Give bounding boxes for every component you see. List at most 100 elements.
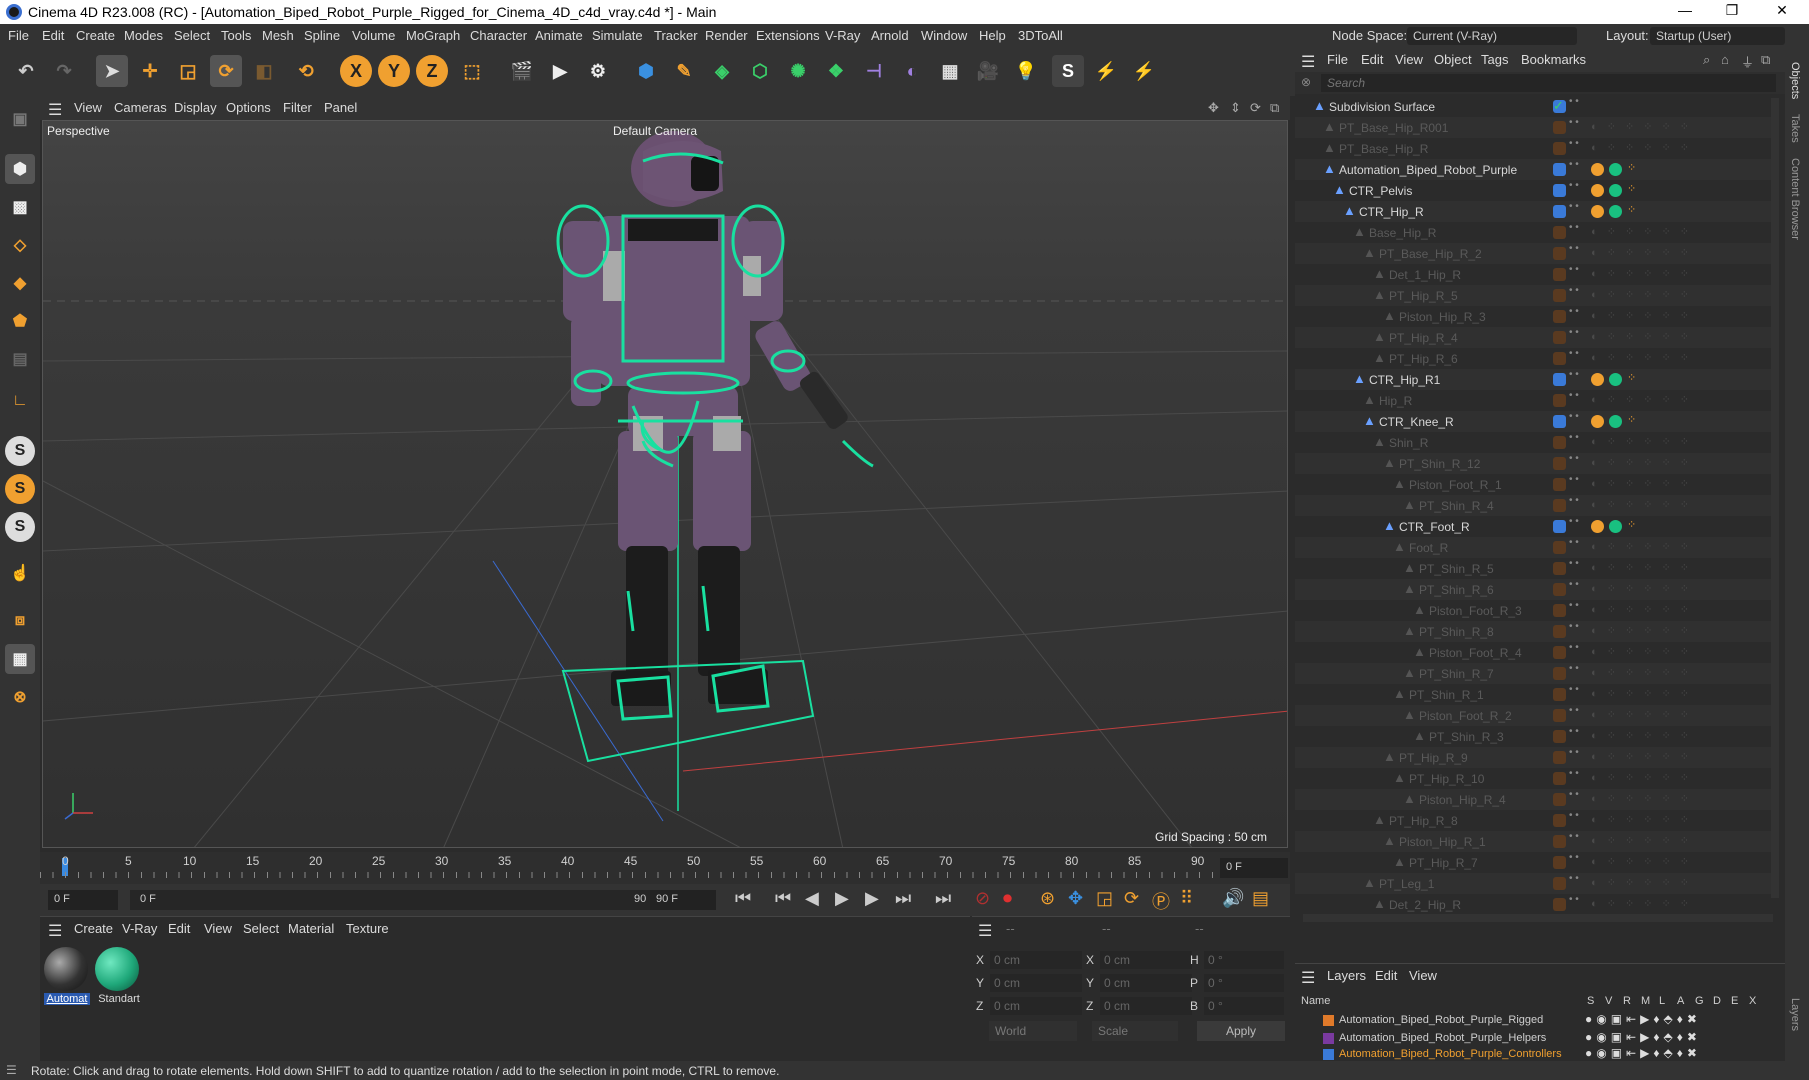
visibility-dots-icon[interactable]: • • <box>1569 685 1579 695</box>
axis-mode-icon[interactable]: ∟ <box>5 386 35 416</box>
tag-icons[interactable]: ◐ ⁘ ⁘ ⁘ ⁘ ⁘ <box>1591 834 1692 847</box>
object-row[interactable]: ▲ PT_Shin_R_7 • • ◐ ⁘ ⁘ ⁘ ⁘ ⁘ <box>1295 663 1775 684</box>
coords-hamburger-icon[interactable]: ☰ <box>978 921 992 941</box>
layer-swatch[interactable] <box>1553 520 1566 533</box>
layer-swatch[interactable] <box>1553 751 1566 764</box>
key-pla-icon[interactable]: ⠿ <box>1180 888 1193 909</box>
object-row[interactable]: ▲ PT_Shin_R_6 • • ◐ ⁘ ⁘ ⁘ ⁘ ⁘ <box>1295 579 1775 600</box>
visibility-dots-icon[interactable]: • • <box>1569 559 1579 569</box>
size-z-field[interactable]: 0 cm <box>1100 997 1192 1015</box>
tag-icons[interactable]: ◐ ⁘ ⁘ ⁘ ⁘ ⁘ <box>1591 330 1692 343</box>
material-tag-icon[interactable] <box>1609 373 1622 386</box>
visibility-dots-icon[interactable]: • • <box>1569 181 1579 191</box>
layer-menu-edit[interactable]: Edit <box>1375 968 1397 983</box>
undo-icon[interactable]: ↶ <box>10 55 42 87</box>
make-editable-icon[interactable]: ▣ <box>5 104 35 134</box>
scale-tool-icon[interactable]: ◲ <box>172 55 204 87</box>
visibility-dots-icon[interactable]: • • <box>1569 475 1579 485</box>
mograph-cloner-icon[interactable]: ✺ <box>782 55 814 87</box>
light-icon[interactable]: 💡 <box>1010 55 1042 87</box>
tag-icons[interactable]: ◐ ⁘ ⁘ ⁘ ⁘ ⁘ <box>1591 876 1692 889</box>
constraint-tag-icon[interactable] <box>1591 163 1604 176</box>
object-row[interactable]: ▲ Piston_Foot_R_1 • • ◐ ⁘ ⁘ ⁘ ⁘ ⁘ <box>1295 474 1775 495</box>
go-to-end-icon[interactable]: ⏭ <box>935 888 951 909</box>
mat-menu-view[interactable]: View <box>204 921 232 936</box>
frame-range-slider[interactable]: 0 F 90 F <box>130 890 670 910</box>
solo-icon[interactable]: ⊗ <box>5 682 35 712</box>
position-z-field[interactable]: 0 cm <box>990 997 1082 1015</box>
previous-frame-icon[interactable]: ◀ <box>805 888 819 909</box>
layer-swatch[interactable] <box>1553 184 1566 197</box>
previous-key-icon[interactable]: ⏮ <box>775 888 791 909</box>
tag-icons[interactable]: ◐ ⁘ ⁘ ⁘ ⁘ ⁘ <box>1591 288 1692 301</box>
tab-takes[interactable]: Takes <box>1789 114 1801 143</box>
visibility-dots-icon[interactable]: • • <box>1569 853 1579 863</box>
object-row[interactable]: ▲ Piston_Hip_R_4 • • ◐ ⁘ ⁘ ⁘ ⁘ ⁘ <box>1295 789 1775 810</box>
visibility-dots-icon[interactable]: • • <box>1569 454 1579 464</box>
object-row[interactable]: ▲ PT_Hip_R_9 • • ◐ ⁘ ⁘ ⁘ ⁘ ⁘ <box>1295 747 1775 768</box>
material-tag-icon[interactable] <box>1609 184 1622 197</box>
object-row[interactable]: ▲ Hip_R • • ◐ ⁘ ⁘ ⁘ ⁘ ⁘ <box>1295 390 1775 411</box>
menu-extensions[interactable]: Extensions <box>756 28 820 43</box>
object-row[interactable]: ▲ PT_Hip_R_6 • • ◐ ⁘ ⁘ ⁘ ⁘ ⁘ <box>1295 348 1775 369</box>
constraint-tag-icon[interactable] <box>1591 415 1604 428</box>
material-tag-icon[interactable] <box>1609 415 1622 428</box>
enabled-check-icon[interactable]: ✓ <box>1553 98 1564 114</box>
material-swatch-automat[interactable]: Automat <box>44 947 90 1017</box>
object-row[interactable]: ▲ PT_Hip_R_7 • • ◐ ⁘ ⁘ ⁘ ⁘ ⁘ <box>1295 852 1775 873</box>
objmgr-hamburger-icon[interactable]: ☰ <box>1301 52 1315 72</box>
rotation-b-field[interactable]: 0 ° <box>1204 997 1284 1015</box>
layer-swatch[interactable] <box>1553 289 1566 302</box>
tag-icons[interactable]: ◐ ⁘ ⁘ ⁘ ⁘ ⁘ <box>1591 435 1692 448</box>
scale-select[interactable]: Scale <box>1092 1021 1178 1041</box>
viewport-menu-cameras[interactable]: Cameras <box>114 100 167 115</box>
object-row[interactable]: ▲ Piston_Foot_R_2 • • ◐ ⁘ ⁘ ⁘ ⁘ ⁘ <box>1295 705 1775 726</box>
autokey-icon[interactable]: ⏺ <box>1003 888 1012 909</box>
visibility-dots-icon[interactable]: • • <box>1569 349 1579 359</box>
y-axis-icon[interactable]: Y <box>378 55 410 87</box>
object-row[interactable]: ▲ Shin_R • • ◐ ⁘ ⁘ ⁘ ⁘ ⁘ <box>1295 432 1775 453</box>
tag-icons[interactable]: ◐ ⁘ ⁘ ⁘ ⁘ ⁘ <box>1591 771 1692 784</box>
mat-menu-create[interactable]: Create <box>74 921 113 936</box>
object-row[interactable]: ▲ CTR_Hip_R • • ⁘ <box>1295 201 1775 222</box>
new-window-icon[interactable]: ⧉ <box>1761 52 1770 68</box>
layer-toggle-icons[interactable]: ●◉▣⇤▶♦⬘♦✖ <box>1585 1030 1701 1044</box>
menu-animate[interactable]: Animate <box>535 28 583 43</box>
object-row[interactable]: ▲ CTR_Knee_R • • ⁘ <box>1295 411 1775 432</box>
layer-row[interactable]: Automation_Biped_Robot_Purple_Controller… <box>1295 1046 1785 1062</box>
object-row[interactable]: ▲ PT_Shin_R_8 • • ◐ ⁘ ⁘ ⁘ ⁘ ⁘ <box>1295 621 1775 642</box>
obj-menu-tags[interactable]: Tags <box>1481 52 1508 67</box>
pen-spline-icon[interactable]: ✎ <box>668 55 700 87</box>
extrude-icon[interactable]: ⬡ <box>744 55 776 87</box>
visibility-dots-icon[interactable]: • • <box>1569 97 1579 107</box>
viewport-menu-display[interactable]: Display <box>174 100 217 115</box>
visibility-dots-icon[interactable]: • • <box>1569 307 1579 317</box>
menu-character[interactable]: Character <box>470 28 527 43</box>
3d-viewport[interactable]: Perspective Default Camera Grid Spacing … <box>42 120 1288 848</box>
render-picture-viewer-icon[interactable]: ▶ <box>544 55 576 87</box>
object-row[interactable]: ▲ PT_Leg_1 • • ◐ ⁘ ⁘ ⁘ ⁘ ⁘ <box>1295 873 1775 894</box>
mat-menu-select[interactable]: Select <box>243 921 279 936</box>
tag-icons[interactable]: ◐ ⁘ ⁘ ⁘ ⁘ ⁘ <box>1591 246 1692 259</box>
rotate-tool-icon[interactable]: ⟳ <box>210 55 242 87</box>
menu-select[interactable]: Select <box>174 28 210 43</box>
camera-icon[interactable]: 🎥 <box>972 55 1004 87</box>
workplane-lock-icon[interactable]: ☝ <box>5 558 35 588</box>
snap-settings-icon[interactable]: S <box>5 474 35 504</box>
tag-icons[interactable]: ◐ ⁘ ⁘ ⁘ ⁘ ⁘ <box>1591 120 1692 133</box>
pose-tag-icon[interactable]: ⁘ <box>1627 161 1636 174</box>
constraint-tag-icon[interactable] <box>1591 520 1604 533</box>
tag-icons[interactable]: ◐ ⁘ ⁘ ⁘ ⁘ ⁘ <box>1591 666 1692 679</box>
polygons-mode-icon[interactable]: ⬟ <box>5 306 35 336</box>
object-row[interactable]: ▲ Det_1_Hip_R • • ◐ ⁘ ⁘ ⁘ ⁘ ⁘ <box>1295 264 1775 285</box>
layer-swatch[interactable] <box>1553 310 1566 323</box>
visibility-dots-icon[interactable]: • • <box>1569 244 1579 254</box>
visibility-dots-icon[interactable]: • • <box>1569 391 1579 401</box>
layer-swatch[interactable] <box>1553 877 1566 890</box>
layer-swatch[interactable] <box>1553 709 1566 722</box>
cube-icon[interactable]: ⬢ <box>630 55 662 87</box>
menu-mograph[interactable]: MoGraph <box>406 28 460 43</box>
snap-icon[interactable]: S <box>5 436 35 466</box>
workplane-icon[interactable]: ⧈ <box>5 606 35 636</box>
mat-menu-edit[interactable]: Edit <box>168 921 190 936</box>
